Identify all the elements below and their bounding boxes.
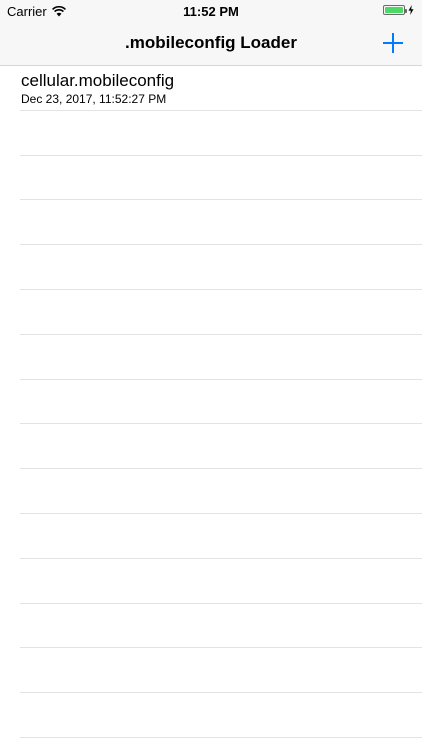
empty-row	[20, 290, 422, 335]
empty-row	[20, 648, 422, 694]
empty-row	[20, 559, 422, 604]
status-time: 11:52 PM	[183, 4, 239, 19]
config-list[interactable]: cellular.mobileconfig Dec 23, 2017, 11:5…	[0, 66, 422, 738]
empty-row	[20, 245, 422, 290]
battery-level	[385, 7, 403, 13]
battery-group	[383, 5, 414, 15]
empty-row	[20, 335, 422, 380]
list-item[interactable]: cellular.mobileconfig Dec 23, 2017, 11:5…	[20, 66, 422, 111]
list-item-title: cellular.mobileconfig	[21, 71, 175, 90]
navigation-bar: .mobileconfig Loader	[0, 22, 422, 66]
add-button[interactable]	[380, 30, 406, 56]
empty-row	[20, 514, 422, 559]
empty-row	[20, 693, 422, 738]
empty-row	[20, 469, 422, 514]
charging-bolt-icon	[408, 5, 414, 15]
empty-rows	[0, 111, 422, 738]
plus-icon	[383, 33, 403, 53]
empty-row	[20, 200, 422, 246]
empty-row	[20, 111, 422, 156]
empty-row	[20, 156, 422, 201]
battery-icon	[383, 5, 407, 15]
top-bar: Carrier 11:52 PM .mobileconfig Loader	[0, 0, 422, 66]
empty-row	[20, 604, 422, 649]
empty-row	[20, 380, 422, 425]
page-title: .mobileconfig Loader	[125, 33, 297, 52]
empty-row	[20, 424, 422, 470]
list-item-subtitle: Dec 23, 2017, 11:52:27 PM	[21, 92, 167, 106]
status-bar: Carrier 11:52 PM	[0, 0, 422, 22]
